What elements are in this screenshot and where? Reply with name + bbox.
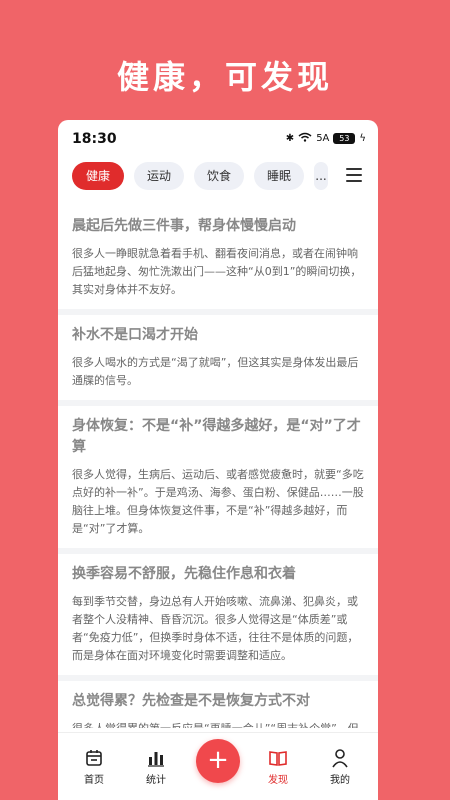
charging-icon: ϟ: [359, 133, 366, 144]
status-bar: 18:30 ✱ 5A 53 ϟ: [58, 120, 378, 158]
nav-profile-label: 我的: [330, 775, 350, 786]
nav-profile[interactable]: 我的: [310, 747, 370, 786]
nav-discover[interactable]: 发现: [248, 747, 308, 786]
bluetooth-icon: ✱: [285, 133, 295, 144]
article-card[interactable]: 总觉得累？先检查是不是恢复方式不对 很多人觉得累的第一反应是“再睡一会儿”“周末…: [58, 681, 378, 728]
tab-diet[interactable]: 饮食: [194, 162, 244, 190]
article-title: 换季容易不舒服，先稳住作息和衣着: [72, 566, 296, 582]
wifi-icon: [298, 132, 312, 145]
bottom-nav: 首页 统计 + 发现 我的: [58, 732, 378, 800]
nav-stats[interactable]: 统计: [126, 747, 186, 786]
article-card[interactable]: 晨起后先做三件事，帮身体慢慢启动 很多人一睁眼就急着看手机、翻看夜间消息，或者在…: [58, 206, 378, 315]
article-feed[interactable]: 晨起后先做三件事，帮身体慢慢启动 很多人一睁眼就急着看手机、翻看夜间消息，或者在…: [58, 206, 378, 728]
article-title: 总觉得累？先检查是不是恢复方式不对: [72, 693, 310, 709]
tab-more[interactable]: ...: [314, 162, 328, 190]
tab-exercise[interactable]: 运动: [134, 162, 184, 190]
article-card[interactable]: 身体恢复：不是“补”得越多越好，是“对”了才算 很多人觉得，生病后、运动后、或者…: [58, 406, 378, 554]
article-excerpt: 很多人觉得，生病后、运动后、或者感觉疲惫时，就要“多吃点好的补一补”。于是鸡汤、…: [72, 468, 364, 535]
tab-health[interactable]: 健康: [72, 162, 124, 190]
signal-label: 5A: [316, 133, 330, 144]
status-time: 18:30: [72, 131, 117, 147]
phone-screen: 18:30 ✱ 5A 53 ϟ 健康 运动 饮食 睡眠 ... 晨起后先做三件事…: [58, 120, 378, 800]
article-card[interactable]: 补水不是口渴才开始 很多人喝水的方式是“渴了就喝”，但这其实是身体发出最后通牒的…: [58, 315, 378, 406]
nav-discover-label: 发现: [268, 775, 288, 786]
hero-title: 健康，可发现: [116, 58, 333, 96]
category-tabs: 健康 运动 饮食 睡眠 ...: [58, 162, 378, 194]
nav-stats-label: 统计: [146, 775, 166, 786]
bar-chart-icon: [126, 747, 186, 769]
article-excerpt: 很多人觉得累的第一反应是“再睡一会儿”“周末补个觉”，但有时候，补觉越多反而越累…: [72, 720, 364, 728]
article-excerpt: 很多人一睁眼就急着看手机、翻看夜间消息，或者在闹钟响后猛地起身、匆忙洗漱出门——…: [72, 247, 362, 296]
status-icons: ✱ 5A 53 ϟ: [286, 132, 366, 145]
battery-icon: 53: [333, 133, 356, 144]
article-title: 晨起后先做三件事，帮身体慢慢启动: [72, 218, 296, 234]
calendar-icon: [64, 747, 124, 769]
menu-icon[interactable]: [346, 168, 362, 182]
article-title: 补水不是口渴才开始: [72, 327, 198, 343]
add-button[interactable]: +: [196, 739, 240, 783]
person-icon: [310, 747, 370, 769]
nav-home-label: 首页: [84, 775, 104, 786]
tab-sleep[interactable]: 睡眠: [254, 162, 304, 190]
article-card[interactable]: 换季容易不舒服，先稳住作息和衣着 每到季节交替，身边总有人开始咳嗽、流鼻涕、犯鼻…: [58, 554, 378, 681]
article-excerpt: 很多人喝水的方式是“渴了就喝”，但这其实是身体发出最后通牒的信号。: [72, 356, 359, 387]
book-icon: [248, 747, 308, 769]
nav-home[interactable]: 首页: [64, 747, 124, 786]
article-title: 身体恢复：不是“补”得越多越好，是“对”了才算: [72, 418, 361, 455]
article-excerpt: 每到季节交替，身边总有人开始咳嗽、流鼻涕、犯鼻炎，或者整个人没精神、昏昏沉沉。很…: [72, 595, 359, 662]
